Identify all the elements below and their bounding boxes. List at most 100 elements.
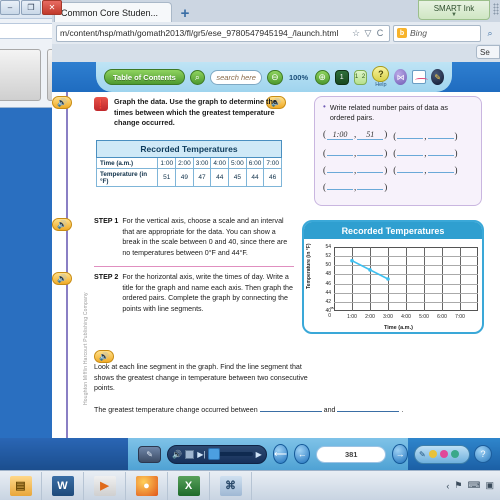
ordered-pair-2-0[interactable]: (,) bbox=[323, 163, 387, 175]
taskbar-item-remote-desktop[interactable]: ⌘ bbox=[210, 471, 252, 500]
zoom-in-button[interactable]: ⊕ bbox=[314, 69, 330, 85]
search-input[interactable]: search here bbox=[210, 69, 263, 85]
answer-blank-2[interactable] bbox=[337, 404, 400, 412]
browser-search-box[interactable]: b Bing bbox=[393, 24, 481, 42]
table-cell-time-2: 3:00 bbox=[192, 157, 212, 169]
pen-color-picker[interactable]: ✎ bbox=[414, 444, 470, 464]
new-tab-button[interactable]: + bbox=[175, 4, 195, 22]
minimize-button[interactable]: – bbox=[0, 0, 20, 15]
ordered-pair-0-1[interactable]: (,) bbox=[393, 129, 457, 141]
media-progress-thumb[interactable] bbox=[208, 448, 221, 460]
first-page-button[interactable]: ⟵ bbox=[272, 444, 289, 464]
step-1: STEP 1 For the vertical axis, choose a s… bbox=[94, 216, 294, 259]
ordered-pair-0-0[interactable]: (1:00, 51) bbox=[323, 129, 387, 141]
taskbar-item-word[interactable]: W bbox=[42, 471, 84, 500]
ordered-pair-x-blank[interactable] bbox=[327, 163, 353, 174]
ordered-pair-y-blank[interactable] bbox=[427, 163, 454, 174]
lookat-text: Look at each line segment in the graph. … bbox=[94, 363, 308, 393]
media-progress-slider[interactable] bbox=[208, 448, 253, 460]
system-tray: ‹ ⚑ ⌨ ▣ bbox=[446, 480, 500, 491]
ordered-pair-y-blank[interactable] bbox=[427, 146, 454, 157]
ordered-pair-y-blank[interactable] bbox=[357, 163, 384, 174]
browser-navbar: m/content/hsp/math/gomath2013/fl/gr5/ese… bbox=[52, 22, 500, 44]
ordered-pair-1-1[interactable]: (,) bbox=[393, 146, 457, 158]
player-help-button[interactable]: ? bbox=[474, 445, 492, 463]
pen-icon[interactable]: ✎ bbox=[419, 450, 426, 459]
ordered-pair-x-blank[interactable] bbox=[397, 129, 424, 140]
side-search-tab[interactable]: Se bbox=[476, 45, 500, 59]
help-button-wrap[interactable]: ? Help bbox=[372, 66, 390, 88]
background-tile-1[interactable] bbox=[0, 49, 41, 101]
double-page-view-button[interactable]: 1 2 bbox=[353, 69, 368, 85]
taskbar-item-firefox[interactable]: ● bbox=[126, 471, 168, 500]
graph-card[interactable]: Recorded Temperatures Temperature (in °F… bbox=[302, 220, 484, 334]
ordered-pair-x-blank[interactable] bbox=[327, 146, 353, 157]
tray-keyboard-icon[interactable]: ⌨ bbox=[467, 480, 480, 491]
ordered-pair-y-blank[interactable] bbox=[357, 180, 384, 191]
help-icon[interactable]: ? bbox=[372, 66, 390, 82]
table-cell-time-5: 6:00 bbox=[245, 157, 265, 169]
chevron-down-icon[interactable]: ▽ bbox=[362, 26, 374, 40]
color-dot-green[interactable] bbox=[450, 450, 459, 458]
drag-grip-icon[interactable] bbox=[493, 3, 499, 15]
graph-plot-area[interactable]: Temperature (in °F) Time (a.m.) 54 52 50 48… bbox=[304, 239, 482, 332]
ordered-pair-x-blank[interactable] bbox=[397, 146, 424, 157]
mirror-tool-icon[interactable]: ⋈ bbox=[394, 69, 407, 85]
close-button[interactable]: ✕ bbox=[42, 0, 62, 15]
ordered-pair-y-blank[interactable] bbox=[357, 146, 384, 157]
media-controls[interactable]: 🔊 ▶| ▶ bbox=[167, 444, 267, 464]
tray-overflow-icon[interactable]: ‹ bbox=[446, 481, 449, 491]
ordered-pair-3-0[interactable]: (,) bbox=[323, 180, 387, 192]
answer-blank-1[interactable] bbox=[259, 404, 322, 412]
color-dot-yellow[interactable] bbox=[428, 450, 437, 458]
ordered-pair-x-blank[interactable] bbox=[397, 163, 424, 174]
speaker-button-step2[interactable]: 🔊 bbox=[52, 272, 72, 285]
bookmark-star-icon[interactable]: ☆ bbox=[350, 26, 362, 40]
table-of-contents-button[interactable]: Table of Contents bbox=[104, 69, 185, 85]
smart-ink-button[interactable]: SMART Ink ▼ bbox=[418, 0, 490, 20]
color-dot-pink[interactable] bbox=[439, 450, 448, 458]
speaker-button-prompt[interactable]: 🔊 bbox=[52, 96, 72, 109]
search-icon[interactable]: ⌕ bbox=[189, 69, 206, 85]
ordered-pair-y-blank[interactable]: 51 bbox=[357, 130, 384, 141]
graph-tool-icon[interactable] bbox=[411, 70, 428, 84]
ordered-pair-x-blank[interactable]: 1:00 bbox=[327, 130, 353, 141]
page-number-input[interactable]: 381 bbox=[316, 445, 387, 463]
answer-line: The greatest temperature change occurred… bbox=[94, 404, 444, 414]
taskbar-item-media-player[interactable]: ▶ bbox=[84, 471, 126, 500]
pen-tool-icon[interactable]: ✎ bbox=[431, 69, 444, 85]
graph-axis-break-icon: ⌁ bbox=[330, 305, 335, 312]
recorded-temperatures-table: Recorded Temperatures Time (a.m.) 1:00 2:… bbox=[95, 140, 282, 187]
notes-button[interactable]: ✎ bbox=[138, 445, 162, 463]
single-page-view-button[interactable]: 1 bbox=[334, 69, 349, 85]
ordered-pair-y-blank[interactable] bbox=[427, 129, 454, 140]
taskbar-item-excel[interactable]: X bbox=[168, 471, 210, 500]
stop-icon[interactable] bbox=[185, 449, 195, 459]
graph-x-tick: 1:00 bbox=[347, 314, 357, 320]
search-magnifier-icon[interactable]: ⌕ bbox=[484, 28, 496, 39]
previous-page-button[interactable]: ← bbox=[294, 444, 311, 464]
lesson-prompt: ❗ Graph the data. Use the graph to deter… bbox=[94, 97, 294, 129]
row-label-temperature: Temperature (in °F) bbox=[95, 168, 159, 187]
taskbar-item-explorer[interactable]: ▤ bbox=[0, 471, 42, 500]
tray-network-icon[interactable]: ▣ bbox=[485, 480, 494, 491]
address-bar[interactable]: m/content/hsp/math/gomath2013/fl/gr5/ese… bbox=[56, 24, 390, 42]
next-track-icon[interactable]: ▶| bbox=[197, 450, 205, 459]
maximize-button[interactable]: ❐ bbox=[21, 0, 41, 15]
word-icon: W bbox=[51, 475, 74, 496]
row-label-time: Time (a.m.) bbox=[95, 157, 159, 169]
ordered-pair-x-blank[interactable] bbox=[327, 180, 353, 191]
play-icon[interactable]: ▶ bbox=[256, 450, 262, 459]
ordered-pair-2-1[interactable]: (,) bbox=[393, 163, 457, 175]
table-cell-temp-2: 47 bbox=[192, 168, 212, 187]
step-2-label: STEP 2 bbox=[94, 273, 119, 281]
explorer-icon: ▤ bbox=[9, 475, 32, 496]
reload-icon[interactable]: C bbox=[374, 26, 386, 40]
next-page-button[interactable]: → bbox=[392, 444, 408, 464]
zoom-out-button[interactable]: ⊖ bbox=[267, 69, 283, 85]
volume-icon[interactable]: 🔊 bbox=[172, 450, 182, 459]
browser-tab[interactable]: Common Core Studen... bbox=[54, 2, 172, 22]
tray-flag-icon[interactable]: ⚑ bbox=[454, 480, 462, 491]
ordered-pair-1-0[interactable]: (,) bbox=[323, 146, 387, 158]
speaker-button-step1[interactable]: 🔊 bbox=[52, 218, 72, 231]
